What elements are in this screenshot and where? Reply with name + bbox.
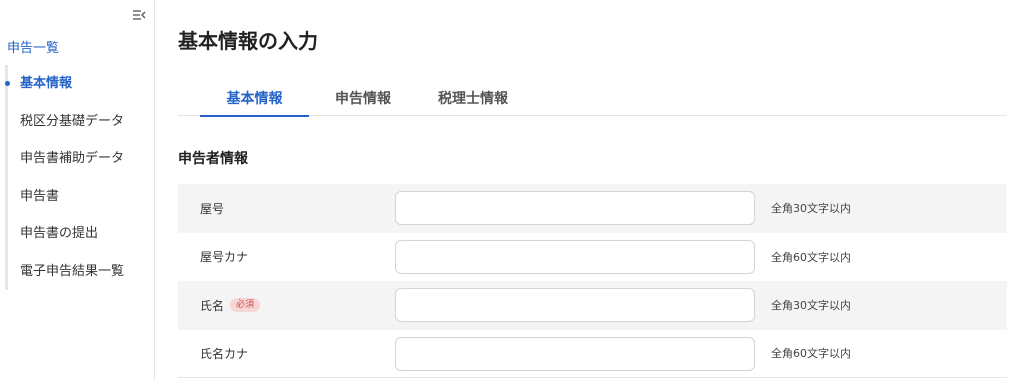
sidebar-item-return-supplementary-data[interactable]: 申告書補助データ [8, 140, 155, 178]
sidebar-item-label: 申告書補助データ [20, 151, 125, 166]
field-hint: 全角30文字以内 [771, 299, 851, 313]
sidebar-item-label: 申告書 [20, 188, 60, 204]
sidebar-item-tax-category-data[interactable]: 税区分基礎データ [8, 103, 155, 141]
sidebar-item-basic-info[interactable]: 基本情報 [5, 65, 155, 103]
sidebar-item-submit-return[interactable]: 申告書の提出 [8, 215, 155, 253]
tab-label: 基本情報 [226, 91, 283, 107]
form-row-full-name-kana: 氏名カナ 全角60文字以内 [178, 330, 1007, 378]
sidebar: 申告一覧 基本情報 税区分基礎データ 申告書補助データ 申告書 申告書の提出 電… [0, 0, 155, 381]
sidebar-item-label: 電子申告結果一覧 [20, 263, 125, 279]
form-row-trade-name-kana: 屋号カナ 全角60文字以内 [178, 233, 1007, 282]
form-row-trade-name: 屋号 全角30文字以内 [178, 184, 1007, 233]
required-badge: 必須 [230, 298, 261, 313]
field-hint: 全角60文字以内 [771, 250, 851, 264]
section-title: 申告者情報 [178, 151, 248, 167]
sidebar-item-label: 申告書の提出 [20, 226, 99, 241]
field-label: 氏名カナ [200, 330, 248, 378]
tab-label: 申告情報 [335, 91, 391, 107]
page-title: 基本情報の入力 [178, 29, 318, 53]
trade-name-kana-input[interactable] [395, 239, 755, 274]
field-label: 屋号 [200, 184, 224, 233]
sidebar-link-return-list[interactable]: 申告一覧 [7, 37, 59, 56]
sidebar-item-e-filing-results[interactable]: 電子申告結果一覧 [8, 253, 155, 291]
field-label-text: 氏名カナ [200, 346, 249, 361]
filer-info-form: 屋号 全角30文字以内 屋号カナ 全角60文字以内 氏名 必須 全角30文字以内… [178, 184, 1007, 378]
app-window: 申告一覧 基本情報 税区分基礎データ 申告書補助データ 申告書 申告書の提出 電… [0, 0, 1009, 381]
tab-bar: 基本情報 申告情報 税理士情報 [178, 85, 1007, 117]
sidebar-nav: 基本情報 税区分基礎データ 申告書補助データ 申告書 申告書の提出 電子申告結果… [5, 65, 155, 290]
full-name-kana-input[interactable] [395, 336, 755, 371]
tab-basic-info[interactable]: 基本情報 [200, 85, 309, 117]
field-hint: 全角60文字以内 [771, 347, 851, 361]
field-label: 屋号カナ [200, 233, 248, 282]
active-indicator-dot [5, 81, 10, 86]
sidebar-item-label: 税区分基礎データ [20, 113, 125, 129]
trade-name-input[interactable] [395, 191, 755, 225]
field-hint: 全角30文字以内 [771, 202, 851, 216]
full-name-input[interactable] [395, 288, 755, 322]
sidebar-item-tax-return[interactable]: 申告書 [8, 178, 155, 216]
field-label-text: 屋号カナ [200, 250, 249, 265]
form-row-full-name: 氏名 必須 全角30文字以内 [178, 281, 1007, 330]
tab-tax-accountant-info[interactable]: 税理士情報 [423, 85, 523, 116]
collapse-sidebar-icon[interactable] [132, 9, 146, 21]
tab-label: 税理士情報 [438, 91, 508, 107]
field-label-text: 屋号 [200, 201, 225, 216]
field-label-text: 氏名 [200, 298, 225, 313]
field-label: 氏名 必須 [200, 281, 261, 330]
sidebar-item-label: 基本情報 [20, 76, 73, 91]
tab-filing-info[interactable]: 申告情報 [323, 85, 403, 116]
